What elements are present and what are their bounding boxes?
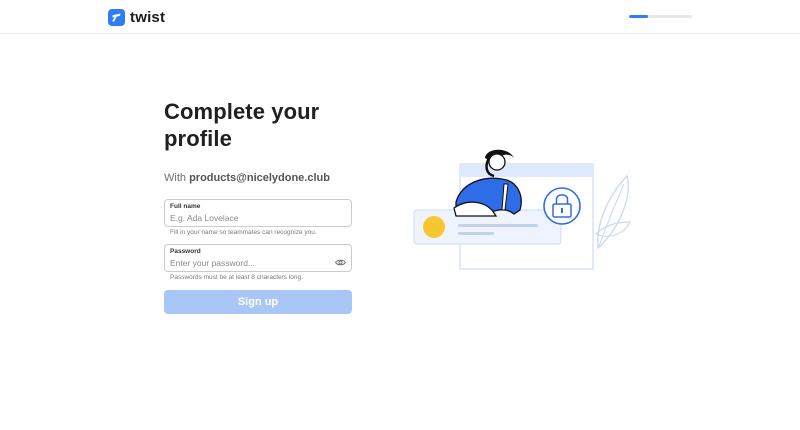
full-name-input[interactable] — [170, 213, 330, 223]
app-name: twist — [130, 8, 166, 26]
password-hint: Passwords must be at least 8 characters … — [170, 274, 303, 281]
full-name-hint: Fill in your name so teammates can recog… — [170, 229, 317, 236]
password-input[interactable] — [170, 258, 330, 268]
profile-form-header: Complete your profile With products@nice… — [164, 98, 352, 185]
twist-logo[interactable]: twist — [108, 8, 165, 26]
onboarding-progress — [629, 15, 692, 18]
full-name-label: Full name — [170, 203, 201, 210]
top-bar: twist — [0, 0, 800, 34]
password-label: Password — [170, 248, 201, 255]
twist-logo-icon — [108, 8, 125, 26]
full-name-field[interactable]: Full name — [164, 199, 352, 227]
sign-up-button[interactable]: Sign up — [164, 290, 352, 314]
subtitle-prefix: With — [164, 172, 190, 184]
eye-icon[interactable] — [335, 254, 346, 266]
user-email: products@nicelydone.club — [189, 172, 330, 184]
profile-lock-illustration — [410, 148, 638, 274]
page-title: Complete your profile — [164, 99, 320, 151]
password-field[interactable]: Password — [164, 244, 352, 272]
subtitle: With products@nicelydone.club — [164, 171, 352, 185]
progress-fill — [629, 15, 648, 18]
